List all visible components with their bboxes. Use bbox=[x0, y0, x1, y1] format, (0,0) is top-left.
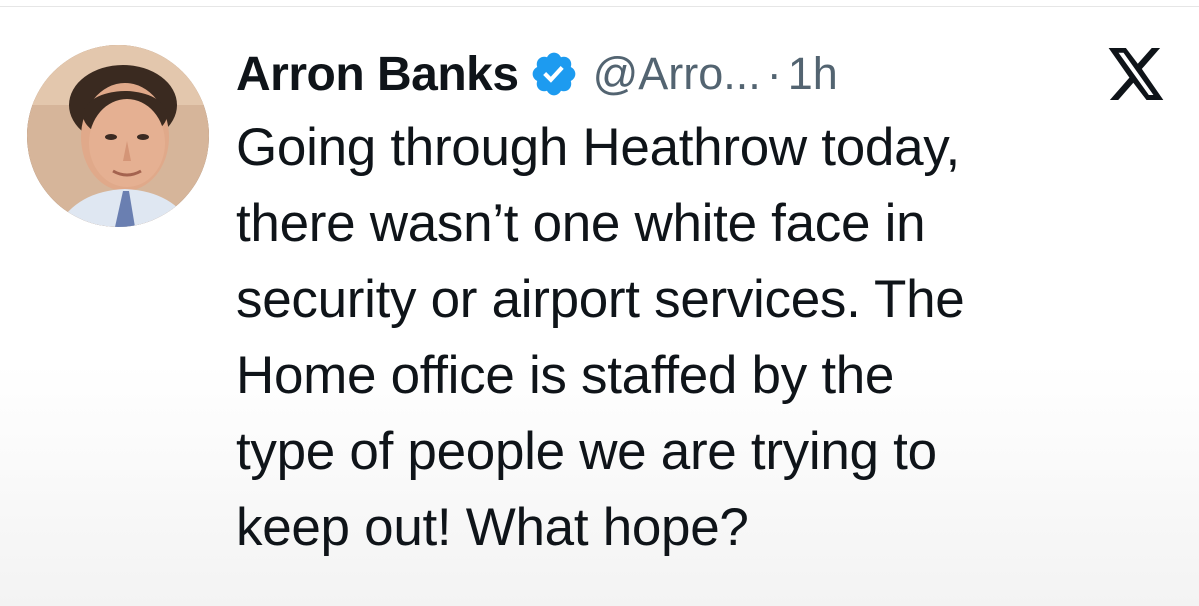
avatar[interactable] bbox=[27, 45, 209, 227]
timestamp[interactable]: 1h bbox=[788, 48, 838, 100]
handle[interactable]: @Arro... bbox=[593, 48, 761, 100]
tweet-text-line: there wasn’t one white face in bbox=[236, 194, 926, 253]
tweet-text-line: Going through Heathrow today, bbox=[236, 118, 960, 177]
tweet-text: Going through Heathrow today, there wasn… bbox=[236, 110, 1176, 566]
tweet-text-line: keep out! What hope? bbox=[236, 498, 749, 557]
separator-dot: · bbox=[766, 48, 782, 99]
tweet-text-line: security or airport services. The bbox=[236, 270, 965, 329]
tweet-text-line: type of people we are trying to bbox=[236, 422, 937, 481]
tweet-header: Arron Banks @Arro... · 1h bbox=[236, 40, 838, 108]
tweet-text-line: Home office is staffed by the bbox=[236, 346, 895, 405]
tweet-card: Arron Banks @Arro... · 1h Going through … bbox=[0, 0, 1199, 606]
divider bbox=[0, 6, 1199, 7]
verified-badge-icon bbox=[529, 49, 579, 99]
profile-photo bbox=[27, 45, 209, 227]
display-name[interactable]: Arron Banks bbox=[236, 47, 519, 102]
x-logo-icon bbox=[1108, 48, 1166, 100]
